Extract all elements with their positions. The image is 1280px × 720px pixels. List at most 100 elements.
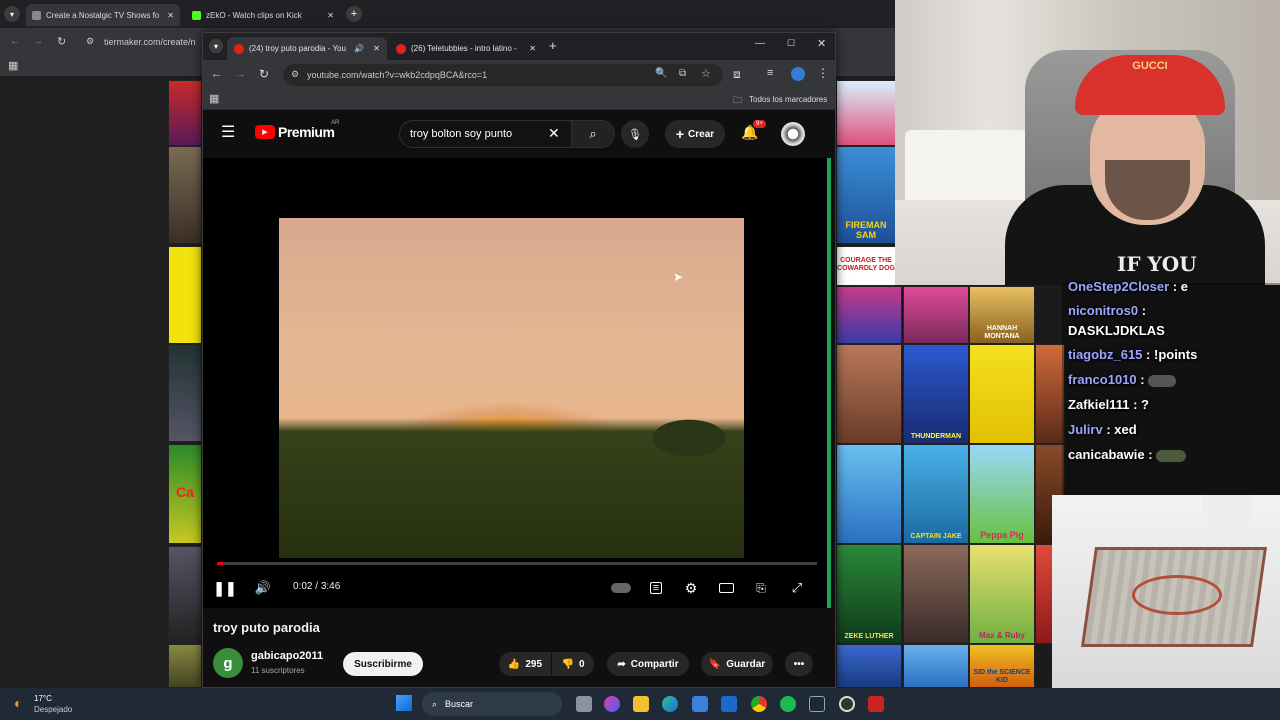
poster-tile[interactable]: Peppa Pig xyxy=(969,444,1035,544)
task-view-icon[interactable] xyxy=(576,696,592,712)
tab-youtube-teletubbies[interactable]: (26) Teletubbies - intro latino - ✕ xyxy=(389,37,543,60)
weather-icon[interactable]: ◐ xyxy=(14,695,22,711)
maximize-button[interactable]: ☐ xyxy=(787,38,795,49)
subtitles-button[interactable]: ≡ xyxy=(644,576,668,600)
cast-button[interactable]: ⎘ xyxy=(749,576,773,600)
address-bar[interactable]: ⚙ youtube.com/watch?v=wkb2cdpqBCA&rco=1 … xyxy=(283,64,723,86)
extensions-icon[interactable]: ⧈ xyxy=(733,67,741,82)
poster-tile[interactable]: CAPTAIN JAKE xyxy=(903,444,969,544)
voice-search-button[interactable]: 🎙 xyxy=(621,120,649,148)
channel-avatar[interactable]: g xyxy=(213,648,243,678)
file-explorer-icon[interactable] xyxy=(633,696,649,712)
autoplay-toggle[interactable] xyxy=(609,576,633,600)
copilot-icon[interactable] xyxy=(604,696,620,712)
app-icon[interactable] xyxy=(868,696,884,712)
more-actions-button[interactable]: ••• xyxy=(785,652,813,676)
back-icon[interactable]: ← xyxy=(10,36,20,47)
obs-icon[interactable] xyxy=(839,696,855,712)
tab-search-icon[interactable]: ▾ xyxy=(4,6,20,22)
subscribe-button[interactable]: Suscribirme xyxy=(343,652,423,676)
poster-tile[interactable] xyxy=(903,286,969,344)
zoom-icon[interactable]: 🔍 xyxy=(655,68,667,79)
site-info-icon[interactable]: ⚙ xyxy=(86,36,94,47)
menu-dots-icon[interactable]: ⋮ xyxy=(817,66,829,80)
reload-icon[interactable]: ↻ xyxy=(259,67,269,81)
poster-tile[interactable] xyxy=(168,344,202,442)
poster-tile[interactable] xyxy=(168,644,202,688)
poster-tile[interactable]: Max & Ruby xyxy=(969,544,1035,644)
apps-grid-icon[interactable]: ▦ xyxy=(209,92,219,105)
close-icon[interactable]: ✕ xyxy=(327,11,334,20)
close-icon[interactable]: ✕ xyxy=(167,11,174,20)
reload-icon[interactable]: ↻ xyxy=(57,35,66,48)
poster-tile[interactable] xyxy=(969,344,1035,444)
video-frame[interactable] xyxy=(279,218,744,558)
all-bookmarks-label[interactable]: Todos los marcadores xyxy=(749,95,827,104)
install-app-icon[interactable]: ⧉ xyxy=(679,68,686,79)
back-icon[interactable]: ← xyxy=(211,68,222,80)
background-url[interactable]: tiermaker.com/create/n xyxy=(104,37,196,47)
poster-tile[interactable] xyxy=(836,444,902,544)
poster-tile[interactable]: THUNDERMAN xyxy=(903,344,969,444)
poster-tile[interactable] xyxy=(836,80,896,146)
share-button[interactable]: ➦ Compartir xyxy=(607,652,689,676)
volume-button[interactable]: 🔊 xyxy=(251,576,275,600)
settings-button[interactable]: ⚙ xyxy=(679,576,703,600)
youtube-logo-text[interactable]: Premium xyxy=(278,124,335,140)
spotify-icon[interactable] xyxy=(780,696,796,712)
poster-tile[interactable] xyxy=(903,544,969,644)
profile-icon[interactable] xyxy=(791,67,805,81)
theater-mode-button[interactable] xyxy=(714,576,738,600)
forward-icon[interactable]: → xyxy=(235,68,246,80)
steam-icon[interactable] xyxy=(809,696,825,712)
poster-tile[interactable] xyxy=(836,286,902,344)
like-button[interactable]: 👍 295 xyxy=(499,652,551,676)
start-icon[interactable] xyxy=(396,695,412,711)
site-info-icon[interactable]: ⚙ xyxy=(291,69,299,80)
progress-bar[interactable] xyxy=(217,562,817,565)
search-input[interactable]: troy bolton soy punto ✕ xyxy=(399,120,591,148)
tab-youtube-troy[interactable]: (24) troy puto parodia - You 🔊 ✕ xyxy=(227,37,387,60)
tab-search-icon[interactable]: ▾ xyxy=(209,39,223,53)
scrollbar[interactable] xyxy=(827,158,831,608)
chrome-icon[interactable] xyxy=(751,696,767,712)
poster-tile[interactable]: ZEKE LUTHER xyxy=(836,544,902,644)
poster-tile[interactable] xyxy=(168,80,202,146)
weather-temp[interactable]: 17°C xyxy=(34,694,52,703)
new-tab-button[interactable]: + xyxy=(549,38,557,53)
minimize-button[interactable]: — xyxy=(755,38,765,49)
taskbar-search[interactable]: ⌕ Buscar xyxy=(422,692,562,716)
poster-tile[interactable] xyxy=(1035,344,1065,444)
bookmark-star-icon[interactable]: ☆ xyxy=(701,67,711,80)
outlook-icon[interactable] xyxy=(721,696,737,712)
create-button[interactable]: + Crear xyxy=(665,120,725,148)
poster-tile[interactable] xyxy=(836,344,902,444)
search-button[interactable]: ⌕ xyxy=(571,120,615,148)
fullscreen-button[interactable]: ⤢ xyxy=(785,576,809,600)
speaker-icon[interactable]: 🔊 xyxy=(354,44,364,53)
poster-tile[interactable] xyxy=(168,546,202,644)
close-icon[interactable]: ✕ xyxy=(373,44,380,53)
video-player[interactable]: ➤ ❚❚ 🔊 0:02 / 3:46 ≡ ⚙ ⎘ ⤢ xyxy=(203,158,831,608)
poster-tile[interactable]: SID the SCIENCE KID xyxy=(969,644,1035,688)
apps-grid-icon[interactable]: ▦ xyxy=(8,59,18,72)
poster-tile[interactable]: FIREMAN SAM xyxy=(836,146,896,244)
youtube-logo-icon[interactable]: ▶ xyxy=(255,125,275,139)
channel-name[interactable]: gabicapo2011 xyxy=(251,650,323,662)
poster-tile[interactable] xyxy=(903,644,969,688)
forward-icon[interactable]: → xyxy=(33,36,43,47)
close-icon[interactable]: ✕ xyxy=(529,44,536,53)
clear-search-icon[interactable]: ✕ xyxy=(548,125,560,142)
poster-tile[interactable] xyxy=(168,246,202,344)
pause-button[interactable]: ❚❚ xyxy=(213,576,237,600)
poster-tile[interactable]: COURAGE THE COWARDLY DOG xyxy=(836,246,896,286)
close-window-button[interactable]: ✕ xyxy=(817,37,826,50)
poster-tile[interactable] xyxy=(168,146,202,244)
hamburger-menu-icon[interactable]: ☰ xyxy=(221,122,235,142)
poster-tile[interactable]: Ca xyxy=(168,444,202,544)
avatar[interactable] xyxy=(781,122,805,146)
edge-icon[interactable] xyxy=(662,696,678,712)
store-icon[interactable] xyxy=(692,696,708,712)
background-tab-kick[interactable]: zEkO - Watch clips on Kick ✕ xyxy=(186,4,340,26)
poster-tile[interactable] xyxy=(836,644,902,688)
